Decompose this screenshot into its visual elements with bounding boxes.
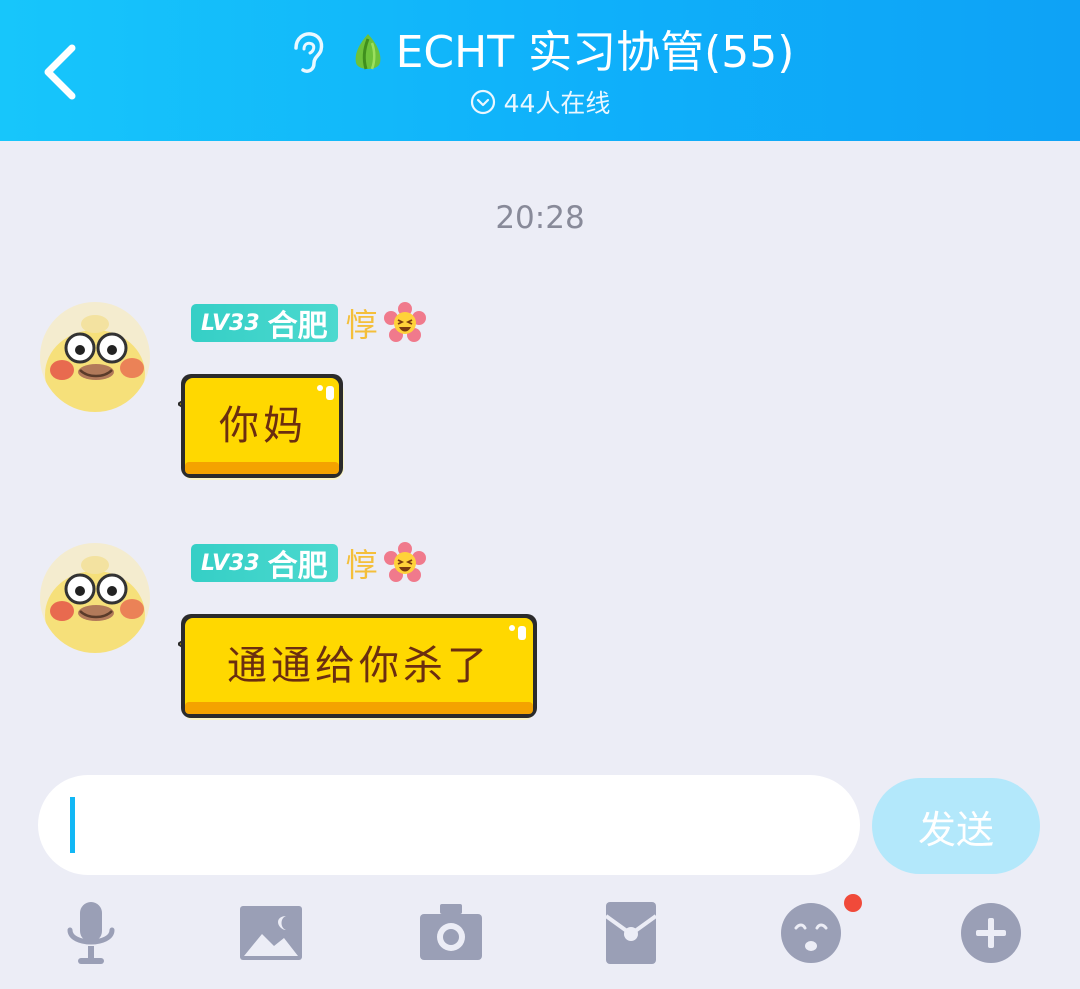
plus-icon[interactable] <box>956 900 1026 966</box>
level-label: LV33 <box>201 550 260 576</box>
text-caret <box>70 797 75 853</box>
emoji-icon[interactable] <box>776 900 846 966</box>
member-title: 惇 <box>345 306 378 344</box>
image-icon[interactable] <box>236 900 306 966</box>
sender-avatar[interactable] <box>40 543 150 653</box>
duck-avatar-icon <box>40 302 150 412</box>
chevron-down-circle-icon <box>470 89 495 115</box>
duck-avatar-icon <box>40 543 150 653</box>
online-status[interactable]: 44人在线 <box>0 84 1080 120</box>
camera-icon[interactable] <box>416 900 486 966</box>
level-badge[interactable]: LV33 合肥 <box>191 544 338 584</box>
notification-dot <box>844 894 862 912</box>
message-timestamp: 20:28 <box>495 200 585 236</box>
message-input[interactable] <box>38 775 860 875</box>
sender-name: 合肥 <box>267 309 328 344</box>
message-bubble[interactable]: 你妈 <box>178 372 348 480</box>
title-row: ECHT 实习协管(55) <box>0 20 1080 86</box>
message-bubble[interactable]: 通通给你杀了 <box>178 612 540 720</box>
chat-title: ECHT 实习协管(55) <box>395 27 795 78</box>
chat-header: ECHT 实习协管(55) 44人在线 <box>0 0 1080 141</box>
sender-avatar[interactable] <box>40 302 150 412</box>
send-button[interactable]: 发送 <box>872 778 1040 874</box>
level-label: LV33 <box>201 310 260 336</box>
sender-info: LV33 合肥 惇 <box>191 542 426 584</box>
microphone-icon[interactable] <box>56 900 126 966</box>
sender-info: LV33 合肥 惇 <box>191 302 426 344</box>
message-text: 通通给你杀了 <box>227 643 491 689</box>
group-rank-leaf-icon <box>355 34 380 70</box>
flower-emoji-icon <box>383 542 426 582</box>
flower-emoji-icon <box>383 302 426 342</box>
member-title: 惇 <box>345 546 378 584</box>
message-text: 你妈 <box>219 403 307 449</box>
ear-icon[interactable] <box>286 30 326 76</box>
red-packet-icon[interactable] <box>596 900 666 966</box>
sender-name: 合肥 <box>267 549 328 584</box>
level-badge[interactable]: LV33 合肥 <box>191 304 338 344</box>
online-count: 44人在线 <box>503 89 611 118</box>
